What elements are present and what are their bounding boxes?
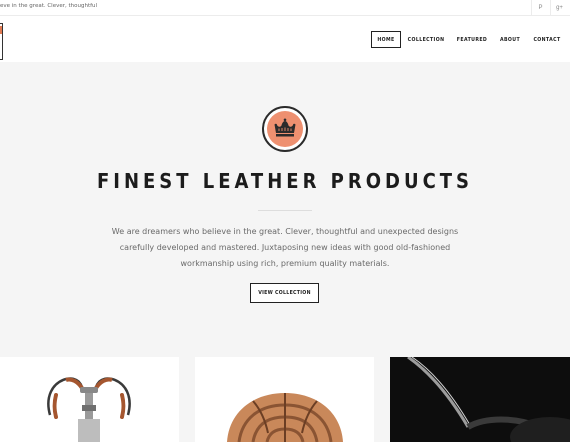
product-grid xyxy=(0,357,570,442)
logo[interactable] xyxy=(0,23,3,60)
hero-title: FINEST LEATHER PRODUCTS xyxy=(96,169,474,193)
nav-featured[interactable]: FEATURED xyxy=(453,31,491,48)
nav-about[interactable]: ABOUT xyxy=(496,31,524,48)
product-card-dark[interactable] xyxy=(390,357,570,442)
nav-collection[interactable]: COLLECTION xyxy=(405,31,447,48)
top-bar: eve in the great. Clever, thoughtful P g… xyxy=(0,0,570,16)
hero-description: We are dreamers who believe in the great… xyxy=(111,227,459,268)
top-bar-tagline: eve in the great. Clever, thoughtful xyxy=(0,3,98,9)
nav-home[interactable]: HOME xyxy=(371,31,401,48)
site-header: HOME COLLECTION FEATURED ABOUT CONTACT xyxy=(0,16,570,62)
bicycle-handlebar-image xyxy=(47,377,131,442)
nav-contact[interactable]: CONTACT xyxy=(530,31,564,48)
product-card-bicycle[interactable] xyxy=(0,357,179,442)
leather-helmet-image xyxy=(227,393,343,442)
product-card-helmet[interactable] xyxy=(195,357,374,442)
google-plus-icon[interactable]: g+ xyxy=(550,0,568,16)
dark-product-image xyxy=(407,357,570,442)
view-collection-button[interactable]: VIEW COLLECTION xyxy=(250,283,319,303)
hero-section: FINEST LEATHER PRODUCTS We are dreamers … xyxy=(0,62,570,357)
crown-icon xyxy=(274,118,296,137)
hero-divider xyxy=(258,210,312,211)
pinterest-icon[interactable]: P xyxy=(531,0,549,16)
crown-badge xyxy=(262,106,308,152)
